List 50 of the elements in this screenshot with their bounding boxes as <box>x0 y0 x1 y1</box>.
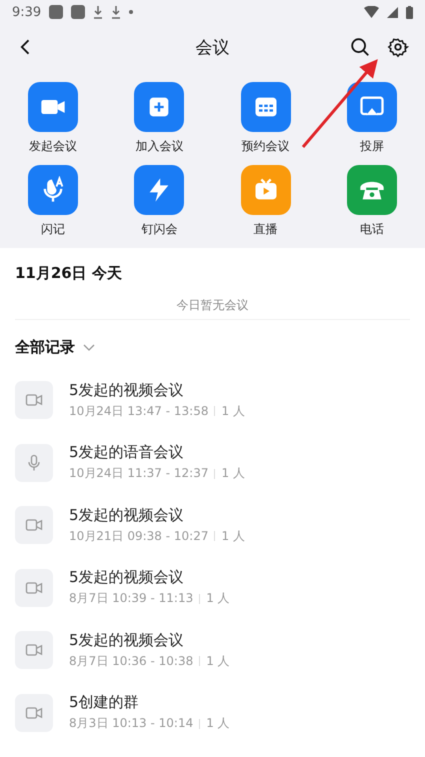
record-participants: 1 人 <box>221 402 245 420</box>
empty-message: 今日暂无会议 <box>15 297 410 320</box>
download-icon <box>111 5 122 19</box>
wifi-icon <box>364 6 379 18</box>
record-participants: 1 人 <box>206 715 230 732</box>
status-time: 9:39 <box>12 4 42 20</box>
record-time: 10月24日 13:47 - 13:58 <box>69 402 208 420</box>
record-participants: 1 人 <box>206 590 230 608</box>
shortcut-label: 闪记 <box>41 221 66 238</box>
notification-icon <box>71 5 86 19</box>
shortcut-label: 投屏 <box>360 138 384 155</box>
record-title[interactable]: 5发起的视频会议 <box>69 568 230 588</box>
download-icon <box>93 5 104 19</box>
shortcut-label: 预约会议 <box>242 138 290 155</box>
record-title[interactable]: 5发起的视频会议 <box>69 380 245 400</box>
shortcut-button[interactable]: 加入会议 <box>106 82 212 155</box>
shortcut-button[interactable]: 电话 <box>318 165 425 238</box>
filter-dropdown[interactable]: 全部记录 <box>15 320 95 369</box>
record-participants: 1 人 <box>221 465 245 482</box>
record-title[interactable]: 5创建的群 <box>69 693 230 712</box>
shortcut-button[interactable]: 直播 <box>212 165 319 238</box>
signal-icon <box>387 6 398 18</box>
shortcut-button[interactable]: 发起会议 <box>0 82 106 155</box>
record-time: 10月24日 11:37 - 12:37 <box>69 465 208 482</box>
shortcut-label: 加入会议 <box>135 138 184 155</box>
date-heading: 11月26日 今天 <box>15 263 123 284</box>
record-time: 8月3日 10:13 - 10:14 <box>69 715 194 732</box>
record-participants: 1 人 <box>206 652 230 670</box>
shortcut-label: 电话 <box>360 221 384 238</box>
record-title[interactable]: 5发起的语音会议 <box>69 443 245 462</box>
record-title[interactable]: 5发起的视频会议 <box>69 630 230 650</box>
record-title[interactable]: 5发起的视频会议 <box>69 506 245 525</box>
shortcut-label: 钉闪会 <box>141 221 178 238</box>
record-participants: 1 人 <box>221 528 245 545</box>
gear-icon <box>387 36 409 58</box>
shortcut-label: 发起会议 <box>29 138 78 155</box>
notification-icon <box>49 5 64 19</box>
shortcut-button[interactable]: 闪记 <box>0 165 106 238</box>
shortcut-button[interactable]: 预约会议 <box>212 82 319 155</box>
search-icon <box>349 36 371 58</box>
record-time: 8月7日 10:36 - 10:38 <box>69 652 194 670</box>
chevron-down-icon <box>83 344 95 352</box>
shortcut-label: 直播 <box>254 221 278 238</box>
dot-icon <box>129 10 134 14</box>
record-time: 8月7日 10:39 - 11:13 <box>69 590 194 608</box>
page-title: 会议 <box>194 36 230 58</box>
shortcut-button[interactable]: 投屏 <box>318 82 425 155</box>
battery-icon <box>406 6 413 18</box>
record-time: 10月21日 09:38 - 10:27 <box>69 528 208 545</box>
shortcut-button[interactable]: 钉闪会 <box>106 165 212 238</box>
